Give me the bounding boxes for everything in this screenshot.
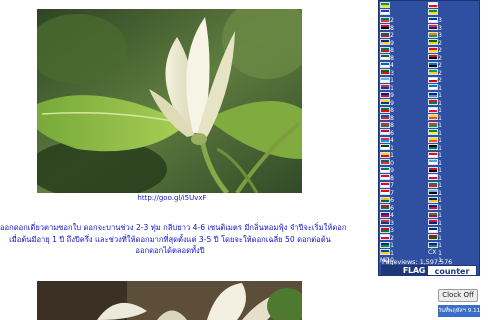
country-flag-icon: [380, 76, 390, 83]
country-flag-icon: [380, 24, 390, 30]
country-flag-icon: [428, 61, 438, 68]
country-flag-icon: [380, 54, 390, 60]
country-flag-icon: [380, 99, 390, 105]
country-flag-icon: [428, 234, 438, 240]
flag-row: CX1: [428, 241, 442, 264]
description-line-3: ออกดอกได้ตลอดทั้งปี: [135, 246, 205, 255]
country-flag-icon: [380, 219, 390, 225]
country-flag-icon: [380, 166, 390, 173]
country-flag-icon: [380, 211, 390, 218]
flag-counter-logo-left: FLAG: [381, 265, 427, 276]
country-flag-icon: [380, 69, 390, 75]
country-flag-icon: [428, 151, 438, 158]
country-flag-icon: [380, 196, 390, 203]
country-flag-icon: [380, 204, 390, 210]
clock-display: วันที่พฤหัสฯ 9.11.53: [438, 305, 489, 317]
country-flag-icon: [428, 144, 438, 150]
country-flag-icon: [380, 106, 390, 113]
photo-source-link[interactable]: http://goo.gl/i5UvxF: [132, 194, 212, 202]
country-flag-icon: [380, 91, 390, 98]
flag-counter-logo-right: counter: [427, 265, 477, 276]
country-flag-icon: [428, 9, 438, 15]
country-flag-icon: [380, 241, 390, 248]
country-flag-icon: [428, 69, 438, 75]
country-flag-icon: [380, 234, 390, 240]
country-flag-icon: [428, 174, 438, 180]
country-flag-icon: [380, 181, 390, 188]
country-flag-icon: [428, 121, 438, 128]
country-flag-icon: [428, 189, 438, 195]
country-flag-icon: [380, 114, 390, 120]
flower-description: ออกดอกเดี่ยวตามซอกใบ ดอกจะบานช่วง 2-3 ทุ…: [0, 222, 347, 257]
country-flag-icon: [428, 211, 438, 218]
country-flag-icon: [428, 31, 438, 38]
country-flag-icon: [428, 241, 438, 248]
country-flag-icon: [380, 136, 390, 143]
country-flag-icon: [380, 61, 390, 68]
country-flag-icon: [428, 196, 438, 203]
country-flag-icon: [428, 39, 438, 45]
country-flag-icon: [380, 129, 390, 135]
country-flag-icon: [380, 39, 390, 45]
description-line-1: ออกดอกเดี่ยวตามซอกใบ ดอกจะบานช่วง 2-3 ทุ…: [0, 223, 347, 232]
country-flag-icon: [380, 31, 390, 38]
country-flag-icon: [380, 144, 390, 150]
country-flag-icon: [428, 129, 438, 135]
country-flag-icon: [380, 226, 390, 233]
country-flag-icon: [428, 166, 438, 173]
country-flag-icon: [428, 219, 438, 225]
country-flag-icon: [428, 106, 438, 113]
description-line-2: เมื่อต้นมีอายุ 1 ปี ถึงปีครึ่ง และช่วงที…: [9, 234, 331, 244]
country-flag-icon: [380, 159, 390, 165]
country-flag-icon: [428, 114, 438, 120]
country-flag-icon: [380, 151, 390, 158]
country-flag-icon: [428, 76, 438, 83]
country-flag-icon: [428, 91, 438, 98]
country-flag-icon: [380, 84, 390, 90]
country-flag-icon: [380, 121, 390, 128]
country-flag-icon: [428, 84, 438, 90]
country-flag-icon: [380, 174, 390, 180]
country-flag-icon: [428, 136, 438, 143]
flag-counter-logo[interactable]: FLAG counter: [381, 265, 477, 276]
second-flower-photo: [37, 281, 302, 320]
country-flag-icon: [428, 24, 438, 30]
country-flag-icon: [380, 1, 390, 8]
country-flag-icon: [380, 16, 390, 23]
country-code: CX: [428, 249, 437, 256]
flag-row: MD10: [380, 249, 394, 272]
country-flag-icon: [428, 181, 438, 188]
clock-off-button[interactable]: Clock Off: [438, 289, 478, 302]
country-flag-icon: [428, 204, 438, 210]
country-flag-icon: [380, 189, 390, 195]
country-flag-icon: [380, 249, 390, 255]
country-flag-icon: [428, 1, 438, 8]
country-flag-icon: [380, 9, 390, 15]
flower-photo: [37, 9, 302, 193]
country-flag-icon: [380, 46, 390, 53]
country-flag-icon: [428, 54, 438, 60]
country-flag-icon: [428, 46, 438, 53]
country-flag-icon: [428, 159, 438, 165]
flag-counter-widget[interactable]: BR52SV48ZA42EG39MX38RO38KW34SA33GR31PT31…: [378, 0, 480, 276]
country-flag-icon: [428, 226, 438, 233]
country-flag-icon: [428, 99, 438, 105]
country-flag-icon: [428, 16, 438, 23]
